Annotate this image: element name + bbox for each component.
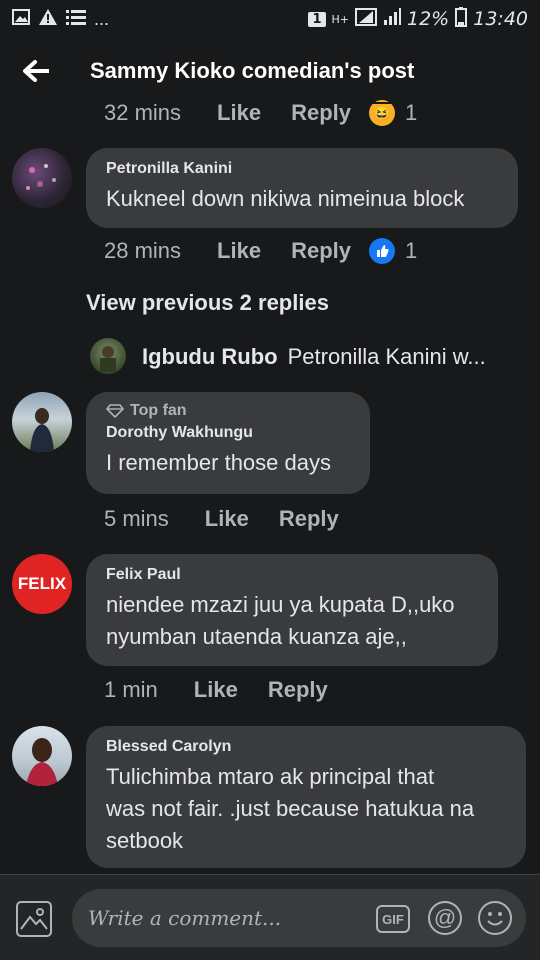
comment-input[interactable]: Write a comment... GIF @ — [72, 889, 526, 947]
reaction-count: 1 — [405, 238, 418, 263]
more-notifications: ... — [94, 8, 110, 29]
comment-author[interactable]: Petronilla Kanini — [106, 160, 498, 178]
header-divider — [0, 102, 540, 104]
comment-text-line: setbook — [106, 828, 184, 853]
warning-icon — [38, 8, 58, 31]
header: Sammy Kioko comedian's post — [0, 40, 540, 102]
comment-text-line: Tulichimba mtaro ak principal that — [106, 764, 435, 789]
network-type: H+ — [331, 12, 350, 26]
view-previous-replies[interactable]: View previous 2 replies — [86, 290, 329, 316]
mention-button[interactable]: @ — [428, 901, 462, 935]
comment-text-line: was not fair. .just because hatukua na — [106, 796, 475, 821]
avatar[interactable] — [12, 148, 72, 208]
battery-percent: 12% — [407, 8, 450, 30]
comment-text: Kukneel down nikiwa nimeinua block — [106, 186, 465, 211]
signal-icon — [355, 7, 377, 31]
image-icon — [12, 8, 30, 30]
like-reaction-icon — [369, 238, 395, 264]
comment-time: 1 min — [104, 677, 158, 702]
reply-preview[interactable]: Igbudu Rubo Petronilla Kanini w... — [142, 344, 486, 370]
comment-input-placeholder: Write a comment... — [88, 906, 282, 930]
reply-author[interactable]: Igbudu Rubo — [142, 344, 278, 369]
comment-meta: 1 min Like Reply — [104, 677, 346, 703]
reply-button[interactable]: Reply — [291, 238, 351, 264]
reply-button[interactable]: Reply — [279, 506, 339, 532]
sim-icon: 1 — [308, 11, 326, 27]
like-button[interactable]: Like — [217, 238, 261, 264]
avatar[interactable] — [12, 726, 72, 786]
clock: 13:40 — [473, 8, 528, 30]
top-fan-label: Top fan — [130, 402, 187, 419]
comment-text: I remember those days — [106, 450, 331, 475]
avatar[interactable] — [12, 392, 72, 452]
comment-bubble[interactable]: Petronilla Kanini Kukneel down nikiwa ni… — [86, 148, 518, 228]
diamond-icon — [106, 404, 124, 418]
comment-author[interactable]: Dorothy Wakhungu — [106, 424, 350, 442]
comment-text-line: nyumban utaenda kuanza aje,, — [106, 624, 407, 649]
like-button[interactable]: Like — [205, 506, 249, 532]
reply-button[interactable]: Reply — [268, 677, 328, 703]
comment-time: 5 mins — [104, 506, 169, 531]
comment-meta: 28 mins Like Reply 1 — [104, 238, 417, 264]
comment-composer: Write a comment... GIF @ — [0, 874, 540, 960]
comment-meta: 5 mins Like Reply — [104, 506, 357, 532]
list-icon — [66, 9, 86, 30]
reply-preview-text: Petronilla Kanini w... — [287, 344, 486, 369]
comment-author[interactable]: Felix Paul — [106, 566, 478, 584]
comment-bubble[interactable]: Top fan Dorothy Wakhungu I remember thos… — [86, 392, 370, 494]
reply-avatar[interactable] — [90, 338, 126, 374]
emoji-icon[interactable] — [478, 901, 512, 935]
avatar[interactable]: FELIX — [12, 554, 72, 614]
back-arrow-icon[interactable] — [0, 40, 72, 102]
signal-bars-icon — [383, 7, 401, 31]
status-bar: ... 1 H+ 12% 13:40 — [0, 0, 540, 38]
avatar-label: FELIX — [17, 574, 67, 593]
comment-author[interactable]: Blessed Carolyn — [106, 738, 506, 756]
page-title: Sammy Kioko comedian's post — [90, 58, 415, 83]
photo-icon[interactable] — [16, 901, 52, 937]
comment-bubble[interactable]: Felix Paul niendee mzazi juu ya kupata D… — [86, 554, 498, 666]
top-fan-badge: Top fan — [106, 402, 350, 420]
like-button[interactable]: Like — [194, 677, 238, 703]
battery-icon — [455, 6, 468, 32]
comment-text-line: niendee mzazi juu ya kupata D,,uko — [106, 592, 455, 617]
gif-button[interactable]: GIF — [376, 905, 410, 933]
comment-bubble[interactable]: Blessed Carolyn Tulichimba mtaro ak prin… — [86, 726, 526, 868]
comment-time: 28 mins — [104, 238, 182, 263]
